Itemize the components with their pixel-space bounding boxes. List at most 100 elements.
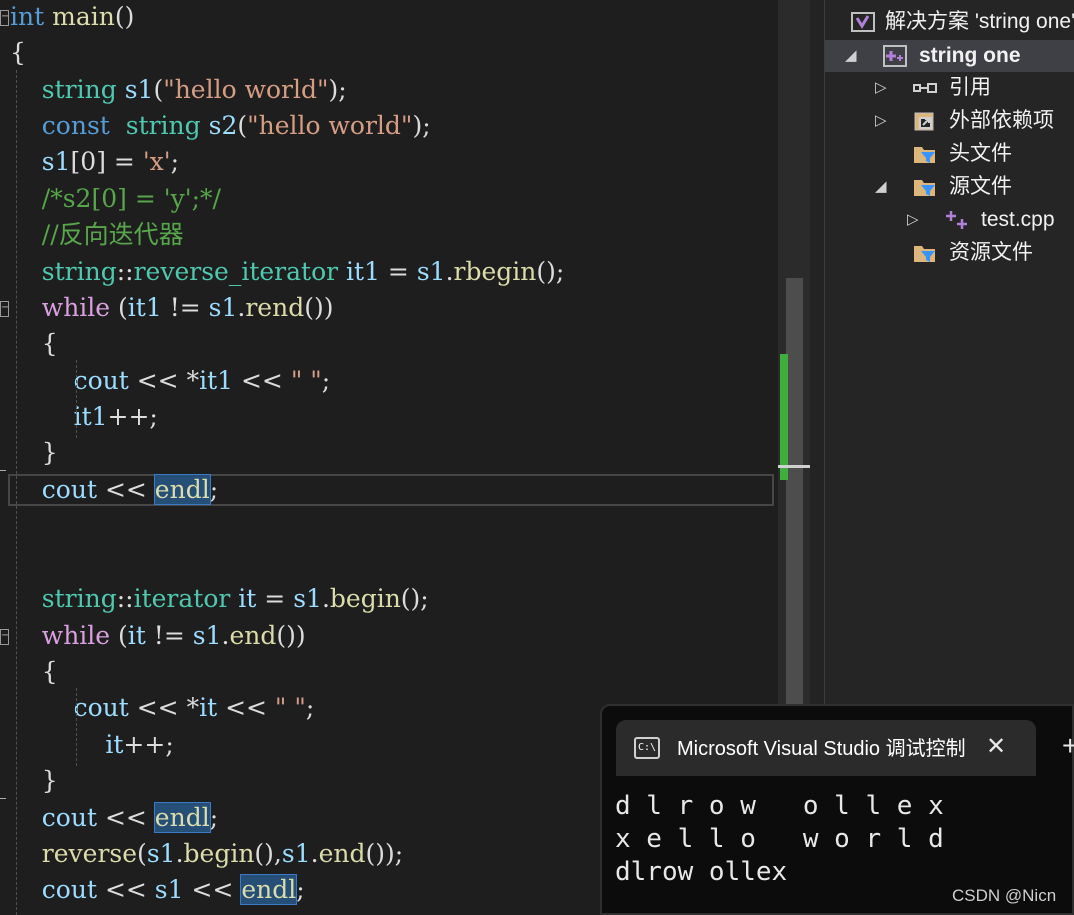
tree-item-external-deps[interactable]: ▷ 外部依赖项 bbox=[825, 105, 1074, 137]
code-token: begin bbox=[183, 839, 255, 868]
code-token: ); bbox=[328, 75, 347, 104]
project-icon bbox=[883, 45, 907, 67]
code-token: << bbox=[97, 803, 155, 832]
expand-icon[interactable]: ▷ bbox=[875, 72, 887, 104]
indent-guide bbox=[76, 688, 77, 766]
expand-icon[interactable]: ◢ bbox=[845, 40, 857, 72]
code-token: :: bbox=[116, 257, 134, 286]
code-token: << bbox=[97, 875, 155, 904]
code-token: << bbox=[217, 693, 275, 722]
code-token: << bbox=[183, 875, 242, 904]
code-token: rbegin bbox=[453, 257, 537, 286]
code-token: endl bbox=[153, 474, 211, 505]
code-line[interactable]: s1[0] = 'x'; bbox=[10, 145, 179, 179]
code-line[interactable]: cout << *it1 << " "; bbox=[10, 364, 331, 398]
code-token: :: bbox=[116, 584, 134, 613]
expand-icon[interactable]: ◢ bbox=[875, 171, 887, 203]
code-token: it1 bbox=[346, 257, 380, 286]
code-token: it bbox=[199, 693, 218, 722]
code-line[interactable]: cout << endl; bbox=[10, 473, 218, 507]
solution-node[interactable]: 解决方案 'string one' (1 个项目 bbox=[851, 6, 1074, 38]
code-token: "hello world" bbox=[163, 75, 329, 104]
code-token: s1 bbox=[192, 621, 222, 650]
code-line[interactable]: cout << endl; bbox=[10, 801, 218, 835]
code-token: ++; bbox=[107, 402, 158, 431]
watermark: CSDN @Nicn bbox=[952, 886, 1057, 905]
code-token: it1 bbox=[199, 366, 234, 395]
fold-toggle-while-2[interactable]: − bbox=[0, 629, 9, 645]
code-token: ( bbox=[110, 293, 128, 322]
code-line[interactable]: cout << s1 << endl; bbox=[10, 873, 305, 907]
code-token: 'x' bbox=[142, 147, 171, 176]
close-icon[interactable]: ✕ bbox=[986, 733, 1006, 761]
code-line[interactable]: reverse(s1.begin(),s1.end()); bbox=[10, 837, 403, 871]
code-token: s1 bbox=[146, 839, 176, 868]
code-line[interactable]: /*s2[0] = 'y';*/ bbox=[10, 182, 221, 216]
code-token: string bbox=[41, 584, 117, 613]
code-token: s1 bbox=[208, 293, 238, 322]
code-line[interactable]: string::reverse_iterator it1 = s1.rbegin… bbox=[10, 255, 565, 289]
code-token: . bbox=[175, 839, 184, 868]
tree-item-header-files[interactable]: 头文件 bbox=[825, 138, 1074, 170]
project-label: string one bbox=[919, 44, 1021, 67]
code-token: = bbox=[379, 257, 417, 286]
tree-item-source-files[interactable]: ◢ 源文件 bbox=[825, 171, 1074, 203]
code-token: ​ bbox=[44, 2, 53, 31]
code-line[interactable]: } bbox=[10, 436, 58, 470]
fold-toggle-main[interactable]: − bbox=[0, 10, 9, 26]
code-token: endl bbox=[240, 874, 298, 905]
code-token: reverse_iterator bbox=[133, 257, 339, 286]
code-token: s1 bbox=[124, 75, 154, 104]
code-line[interactable]: string s1("hello world"); bbox=[10, 73, 347, 107]
code-token: ()); bbox=[365, 839, 404, 868]
cpp-file-icon bbox=[945, 209, 969, 231]
new-tab-button[interactable]: + bbox=[1062, 731, 1074, 761]
code-line[interactable]: it1++; bbox=[10, 400, 158, 434]
code-line[interactable]: cout << *it << " "; bbox=[10, 691, 315, 725]
code-line[interactable]: int​ main() bbox=[10, 0, 134, 34]
code-line[interactable]: const string s2("hello world"); bbox=[10, 109, 431, 143]
fold-toggle-while-1[interactable]: − bbox=[0, 301, 9, 317]
code-line[interactable]: while (it1 != s1.rend()) bbox=[10, 291, 334, 325]
console-output-line: dlrow ollex bbox=[615, 857, 788, 887]
code-line[interactable]: } bbox=[10, 764, 58, 798]
console-output-line: x e l l o w o r l d bbox=[615, 824, 944, 854]
code-token: << bbox=[233, 366, 291, 395]
code-token: } bbox=[10, 438, 58, 467]
tree-item-test-cpp[interactable]: ▷ test.cpp bbox=[825, 204, 1074, 236]
code-line[interactable]: { bbox=[10, 36, 26, 70]
code-token: s1 bbox=[416, 257, 446, 286]
code-line[interactable]: { bbox=[10, 655, 58, 689]
expand-icon[interactable]: ▷ bbox=[875, 105, 887, 137]
code-token: = bbox=[256, 584, 294, 613]
code-line[interactable]: string::iterator it = s1.begin(); bbox=[10, 582, 429, 616]
expand-icon[interactable]: ▷ bbox=[907, 204, 919, 236]
code-line[interactable]: it++; bbox=[10, 728, 173, 762]
code-token: ( bbox=[237, 111, 248, 140]
code-line[interactable]: while (it != s1.end()) bbox=[10, 619, 306, 653]
code-token: it1 bbox=[127, 293, 162, 322]
code-line[interactable]: { bbox=[10, 327, 58, 361]
code-token: ( bbox=[110, 621, 128, 650]
solution-label: 解决方案 'string one' (1 个项目 bbox=[885, 10, 1074, 33]
code-token: != bbox=[161, 293, 209, 322]
filter-folder-icon bbox=[913, 176, 937, 198]
project-node[interactable]: ◢ string one bbox=[825, 40, 1074, 72]
console-output-line: d l r o w o l l e x bbox=[615, 791, 944, 821]
tree-item-references[interactable]: ▷ 引用 bbox=[825, 72, 1074, 104]
tree-item-resource-files[interactable]: 资源文件 bbox=[825, 237, 1074, 269]
indent-guide bbox=[16, 70, 17, 915]
code-line[interactable]: //反向迭代器 bbox=[10, 218, 184, 252]
